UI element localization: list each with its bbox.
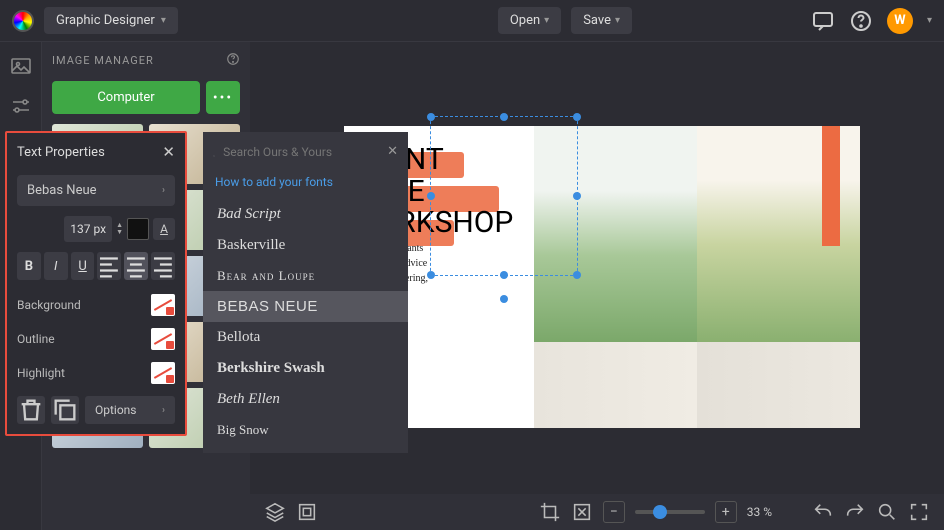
font-option[interactable]: Bear and Loupe: [203, 261, 408, 291]
font-option[interactable]: Big Snow: [203, 415, 408, 445]
text-color-swatch[interactable]: [127, 218, 149, 240]
artboard-icon[interactable]: [296, 501, 318, 523]
duplicate-icon[interactable]: [51, 396, 79, 424]
top-bar: Graphic Designer ▾ Open ▾ Save ▾ W ▾: [0, 0, 944, 42]
align-left-button[interactable]: [97, 252, 121, 280]
panel-title: IMAGE MANAGER: [52, 54, 154, 67]
search-icon[interactable]: [876, 501, 898, 523]
open-label: Open: [510, 13, 540, 28]
adjust-tool-icon[interactable]: [9, 94, 33, 118]
crop-icon[interactable]: [539, 501, 561, 523]
panel-title: Text Properties: [17, 145, 105, 160]
open-button[interactable]: Open ▾: [498, 7, 561, 34]
layers-icon[interactable]: [264, 501, 286, 523]
italic-button[interactable]: I: [44, 252, 68, 280]
chevron-down-icon: ▾: [615, 15, 620, 26]
search-icon: [213, 142, 215, 161]
close-icon[interactable]: ✕: [162, 143, 175, 161]
zoom-value: 33 %: [747, 505, 772, 519]
fit-icon[interactable]: [571, 501, 593, 523]
font-search-input[interactable]: [223, 145, 379, 159]
mode-label: Graphic Designer: [56, 13, 155, 28]
avatar-initial: W: [894, 13, 905, 28]
bottom-bar: − + 33 %: [250, 494, 944, 530]
options-button[interactable]: Options ›: [85, 396, 175, 424]
highlight-color-picker[interactable]: [151, 362, 175, 384]
align-right-button[interactable]: [151, 252, 175, 280]
font-selector[interactable]: Bebas Neue ›: [17, 175, 175, 206]
text-properties-panel: Text Properties ✕ Bebas Neue › ▲▼ A B I …: [5, 131, 187, 436]
delete-icon[interactable]: [17, 396, 45, 424]
upload-computer-button[interactable]: Computer: [52, 81, 200, 114]
chevron-down-icon: ▾: [161, 15, 166, 26]
font-option[interactable]: Bellota: [203, 322, 408, 353]
underline-button[interactable]: U: [71, 252, 95, 280]
chevron-right-icon: ›: [162, 185, 165, 196]
chevron-down-icon[interactable]: ▾: [927, 15, 932, 26]
canvas-image[interactable]: [534, 342, 697, 428]
outline-color-picker[interactable]: [151, 328, 175, 350]
outline-label: Outline: [17, 332, 55, 346]
design-canvas[interactable]: PLANT CARE WORKSHOP your indoor plants w…: [344, 126, 860, 428]
text-color-icon[interactable]: A: [153, 218, 175, 240]
size-stepper[interactable]: ▲▼: [116, 222, 123, 236]
font-option[interactable]: Bad Script: [203, 199, 408, 230]
save-label: Save: [583, 13, 611, 28]
image-tool-icon[interactable]: [9, 54, 33, 78]
help-icon[interactable]: [849, 9, 873, 33]
align-center-button[interactable]: [124, 252, 148, 280]
mode-selector[interactable]: Graphic Designer ▾: [44, 7, 178, 34]
zoom-out-button[interactable]: −: [603, 501, 625, 523]
background-label: Background: [17, 298, 81, 312]
bold-button[interactable]: B: [17, 252, 41, 280]
highlight-label: Highlight: [17, 366, 65, 380]
upload-more-button[interactable]: •••: [206, 81, 240, 114]
zoom-in-button[interactable]: +: [715, 501, 737, 523]
font-option[interactable]: Berkshire Swash: [203, 353, 408, 384]
selection-box[interactable]: [430, 116, 578, 276]
canvas-image[interactable]: [697, 126, 860, 342]
font-name: Bebas Neue: [27, 183, 97, 198]
font-option-selected[interactable]: Bebas Neue: [203, 291, 408, 322]
app-logo[interactable]: [12, 10, 34, 32]
font-option[interactable]: Baskerville: [203, 230, 408, 261]
redo-icon[interactable]: [844, 501, 866, 523]
background-color-picker[interactable]: [151, 294, 175, 316]
zoom-thumb[interactable]: [653, 505, 667, 519]
computer-label: Computer: [97, 90, 154, 105]
chevron-right-icon: ›: [162, 405, 165, 416]
font-size-input[interactable]: [64, 216, 112, 242]
font-option[interactable]: Beth Ellen: [203, 384, 408, 415]
font-dropdown: ✕ How to add your fonts Bad Script Baske…: [203, 132, 408, 453]
zoom-slider[interactable]: [635, 510, 705, 514]
save-button[interactable]: Save ▾: [571, 7, 632, 34]
chat-icon[interactable]: [811, 9, 835, 33]
user-avatar[interactable]: W: [887, 8, 913, 34]
chevron-down-icon: ▾: [544, 15, 549, 26]
help-icon[interactable]: [226, 52, 240, 69]
close-icon[interactable]: ✕: [387, 144, 398, 159]
canvas-image[interactable]: [697, 342, 860, 428]
options-label: Options: [95, 403, 137, 417]
add-fonts-link[interactable]: How to add your fonts: [203, 171, 408, 199]
undo-icon[interactable]: [812, 501, 834, 523]
expand-icon[interactable]: [908, 501, 930, 523]
